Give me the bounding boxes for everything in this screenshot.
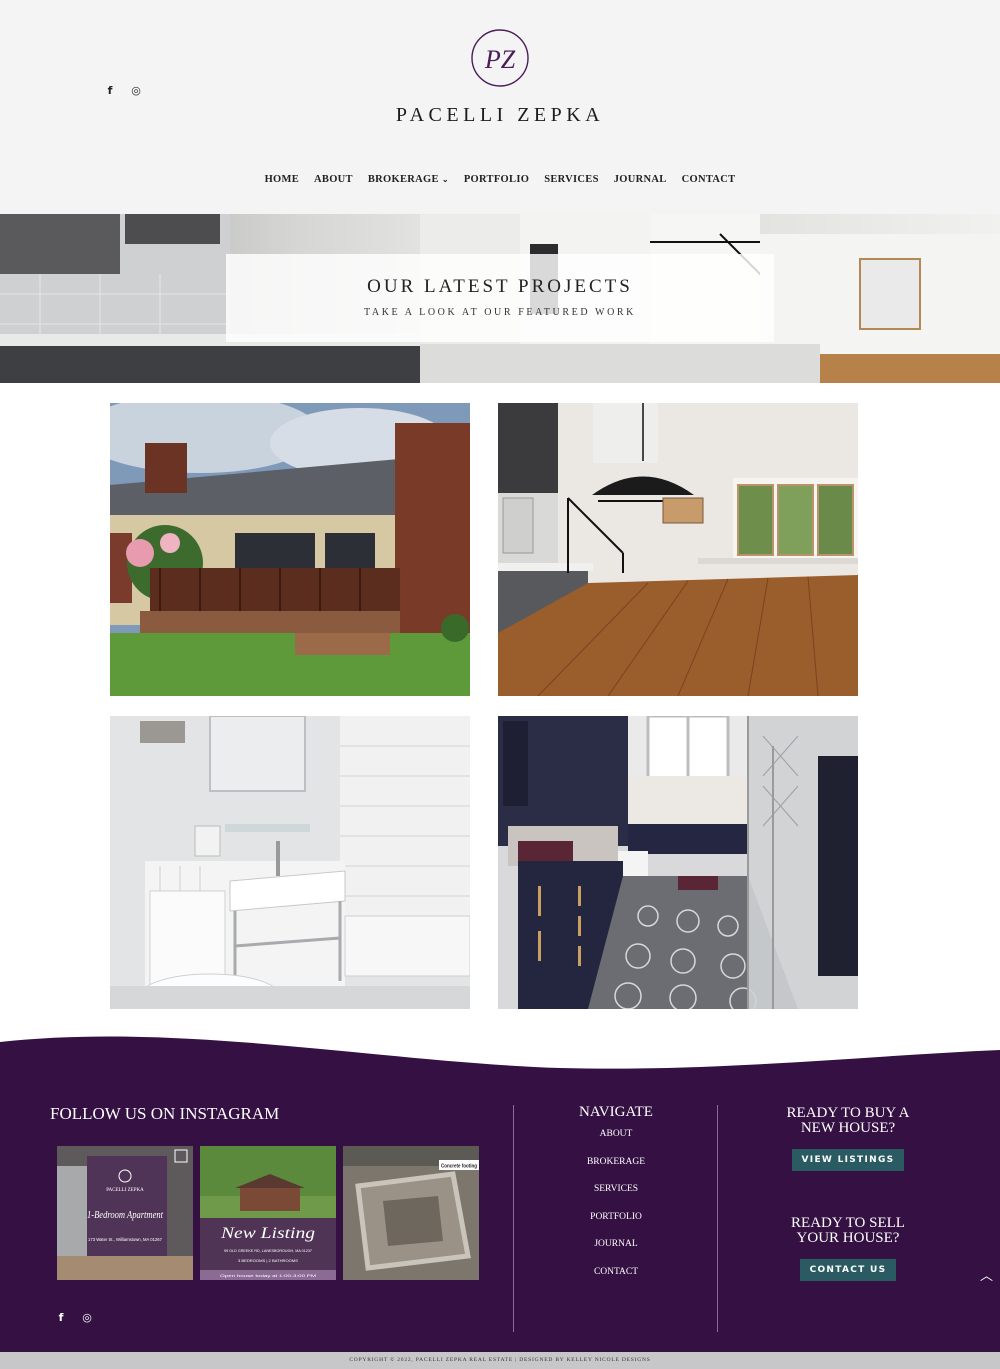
instagram-post-apartment[interactable]: PACELLI ZEPKA 1-Bedroom Apartment 173 Wa… bbox=[57, 1146, 193, 1280]
footer-nav-journal[interactable]: JOURNAL bbox=[540, 1237, 692, 1265]
nav-journal[interactable]: JOURNAL bbox=[614, 174, 667, 185]
main-navigation: HOME ABOUT BROKERAGE ⌄ PORTFOLIO SERVICES… bbox=[0, 174, 1000, 185]
cta-buy-title-line2: NEW HOUSE? bbox=[800, 1120, 896, 1136]
nav-about[interactable]: ABOUT bbox=[314, 174, 353, 185]
post-listing-details: 3 BEDROOMS | 2 BATHROOMS bbox=[238, 1258, 298, 1263]
post-apartment-script: 1-Bedroom Apartment bbox=[87, 1209, 164, 1221]
hero-subtitle: TAKE A LOOK AT OUR FEATURED WORK bbox=[363, 307, 637, 318]
footer-nav-about[interactable]: ABOUT bbox=[540, 1127, 692, 1155]
footer-navigate-title: NAVIGATE bbox=[579, 1104, 653, 1120]
post-concrete-badge: Concrete footing bbox=[441, 1164, 477, 1170]
footer-navigate: NAVIGATE ABOUT BROKERAGE SERVICES PORTFO… bbox=[540, 1104, 692, 1292]
footer-divider-right bbox=[717, 1105, 718, 1332]
hero-caption-box: OUR LATEST PROJECTS TAKE A LOOK AT OUR F… bbox=[226, 254, 774, 342]
post-listing-address: 99 OLD GREEKE RD, LANESBOROUGH, MA 01237 bbox=[224, 1248, 313, 1253]
logo-monogram-icon[interactable]: PZ bbox=[470, 28, 530, 88]
nav-portfolio[interactable]: PORTFOLIO bbox=[464, 174, 529, 185]
post-listing-open-house: Open house today at 1:00-3:00 PM bbox=[220, 1273, 316, 1278]
hero-banner: OUR LATEST PROJECTS TAKE A LOOK AT OUR F… bbox=[0, 214, 1000, 383]
cta-sell-title-line2: YOUR HOUSE? bbox=[796, 1230, 900, 1246]
cta-buy-title-line1: READY TO BUY A bbox=[786, 1105, 910, 1121]
facebook-icon[interactable]: f bbox=[104, 83, 116, 97]
portfolio-photo-exterior[interactable] bbox=[110, 403, 470, 696]
cta-sell-title-line1: READY TO SELL bbox=[791, 1215, 905, 1231]
cta-buy: READY TO BUY A NEW HOUSE? VIEW LISTINGS bbox=[760, 1106, 936, 1171]
copyright-bar: COPYRIGHT © 2022, PACELLI ZEPKA REAL EST… bbox=[0, 1352, 1000, 1369]
post-listing-script: New Listing bbox=[220, 1225, 315, 1242]
nav-brokerage[interactable]: BROKERAGE ⌄ bbox=[368, 174, 449, 185]
instagram-icon[interactable]: ◎ bbox=[81, 1310, 93, 1324]
logo-monogram: PZ bbox=[484, 45, 516, 74]
chevron-down-icon: ⌄ bbox=[441, 175, 449, 184]
footer-nav-portfolio[interactable]: PORTFOLIO bbox=[540, 1210, 692, 1238]
contact-us-button[interactable]: CONTACT US bbox=[799, 1259, 897, 1281]
header-social-links: f ◎ bbox=[104, 83, 142, 97]
portfolio-photo-white-bathroom[interactable] bbox=[110, 716, 470, 1009]
footer-nav-brokerage[interactable]: BROKERAGE bbox=[540, 1155, 692, 1183]
facebook-icon[interactable]: f bbox=[55, 1310, 67, 1324]
footer-nav-services[interactable]: SERVICES bbox=[540, 1182, 692, 1210]
footer-divider-left bbox=[513, 1105, 514, 1332]
instagram-post-new-listing[interactable]: New Listing 99 OLD GREEKE RD, LANESBOROU… bbox=[200, 1146, 336, 1280]
site-header: f ◎ PZ PACELLI ZEPKA HOME ABOUT BROKERAG… bbox=[0, 0, 1000, 214]
portfolio-photo-living-room[interactable] bbox=[498, 403, 858, 696]
footer-nav-contact[interactable]: CONTACT bbox=[540, 1265, 692, 1293]
scroll-to-top-icon[interactable]: ︿ bbox=[980, 1265, 993, 1284]
logo-wordmark[interactable]: PACELLI ZEPKA bbox=[0, 104, 1000, 127]
nav-home[interactable]: HOME bbox=[265, 174, 299, 185]
hero-title: OUR LATEST PROJECTS bbox=[367, 276, 633, 297]
post-apartment-brand: PACELLI ZEPKA bbox=[106, 1188, 144, 1193]
post-apartment-address: 173 Water St., Williamstown, MA 01267 bbox=[88, 1237, 162, 1242]
nav-contact[interactable]: CONTACT bbox=[682, 174, 736, 185]
cta-sell: READY TO SELL YOUR HOUSE? CONTACT US bbox=[760, 1216, 936, 1281]
footer-wave-divider bbox=[0, 1036, 1000, 1090]
nav-brokerage-label: BROKERAGE bbox=[367, 174, 439, 185]
nav-services[interactable]: SERVICES bbox=[544, 174, 599, 185]
portfolio-photo-navy-bathroom[interactable] bbox=[498, 716, 858, 1009]
instagram-icon[interactable]: ◎ bbox=[130, 83, 142, 97]
footer-social-links: f ◎ bbox=[55, 1310, 93, 1324]
site-footer: FOLLOW US ON INSTAGRAM PACELLI ZEPKA 1-B… bbox=[0, 1085, 1000, 1352]
instagram-post-concrete-footing[interactable]: Concrete footing bbox=[343, 1146, 479, 1280]
instagram-section-title: FOLLOW US ON INSTAGRAM bbox=[50, 1104, 280, 1123]
view-listings-button[interactable]: VIEW LISTINGS bbox=[791, 1149, 905, 1171]
